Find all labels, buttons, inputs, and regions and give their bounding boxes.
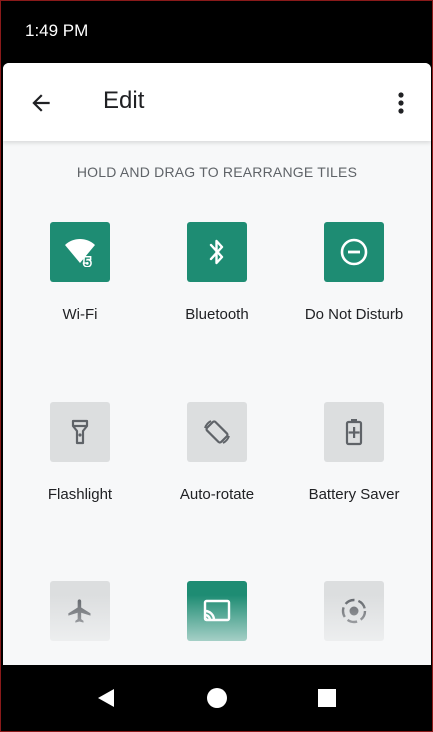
phone-screen: 1:49 PM Edit HOLD AND DRAG TO REARRANGE … xyxy=(0,0,433,732)
tile-bluetooth-icon-box xyxy=(187,222,247,282)
status-time: 1:49 PM xyxy=(25,21,89,40)
tile-label: Flashlight xyxy=(47,486,113,503)
nav-home-button[interactable] xyxy=(204,685,230,711)
page-title: Edit xyxy=(103,87,145,114)
flashlight-icon xyxy=(71,419,89,445)
home-circle-icon xyxy=(207,688,227,708)
edit-tiles-screen: Edit HOLD AND DRAG TO REARRANGE TILES 5 … xyxy=(3,63,431,665)
more-vertical-icon xyxy=(398,92,404,114)
wifi-badge: 5 xyxy=(84,255,91,267)
airplane-icon xyxy=(68,599,91,623)
tile-dnd-icon-box xyxy=(324,222,384,282)
nav-recents-button[interactable] xyxy=(314,685,340,711)
more-options-button[interactable] xyxy=(389,87,413,119)
tile-screen-record-icon-box xyxy=(324,581,384,641)
wifi-icon: 5 xyxy=(65,239,95,267)
tile-auto-rotate-icon-box xyxy=(187,402,247,462)
tile-label: Bluetooth xyxy=(185,306,249,323)
tile-auto-rotate[interactable]: Auto-rotate xyxy=(152,402,282,532)
back-arrow-icon xyxy=(32,94,50,112)
tile-wifi-icon-box: 5 xyxy=(50,222,110,282)
tile-wifi[interactable]: 5 Wi-Fi xyxy=(15,222,145,352)
tile-label: Wi-Fi xyxy=(62,306,98,323)
status-bar: 1:49 PM xyxy=(1,1,432,63)
auto-rotate-icon xyxy=(204,420,230,444)
screen-record-icon xyxy=(341,598,367,624)
back-triangle-icon xyxy=(98,689,114,707)
navigation-bar xyxy=(1,665,432,731)
tile-cast[interactable] xyxy=(152,581,282,665)
tile-airplane-icon-box xyxy=(50,581,110,641)
battery-saver-icon xyxy=(345,419,363,446)
tile-flashlight-icon-box xyxy=(50,402,110,462)
rearrange-hint: HOLD AND DRAG TO REARRANGE TILES xyxy=(76,164,358,180)
tile-label: Do Not Disturb xyxy=(304,306,404,323)
tile-bluetooth[interactable]: Bluetooth xyxy=(152,222,282,352)
tile-flashlight[interactable]: Flashlight xyxy=(15,402,145,532)
tile-label: Auto-rotate xyxy=(179,486,255,503)
cast-icon xyxy=(203,599,231,622)
recents-square-icon xyxy=(318,689,336,707)
tile-label: Battery Saver xyxy=(308,486,400,503)
tile-do-not-disturb[interactable]: Do Not Disturb xyxy=(289,222,419,352)
bluetooth-icon xyxy=(209,239,224,265)
do-not-disturb-icon xyxy=(340,238,368,266)
tile-battery-saver-icon-box xyxy=(324,402,384,462)
back-button[interactable] xyxy=(25,87,57,119)
tile-airplane-mode[interactable] xyxy=(15,581,145,665)
app-bar: Edit xyxy=(3,63,431,141)
tile-screen-record[interactable] xyxy=(289,581,419,665)
tile-cast-icon-box xyxy=(187,581,247,641)
tile-battery-saver[interactable]: Battery Saver xyxy=(289,402,419,532)
nav-back-button[interactable] xyxy=(93,685,119,711)
